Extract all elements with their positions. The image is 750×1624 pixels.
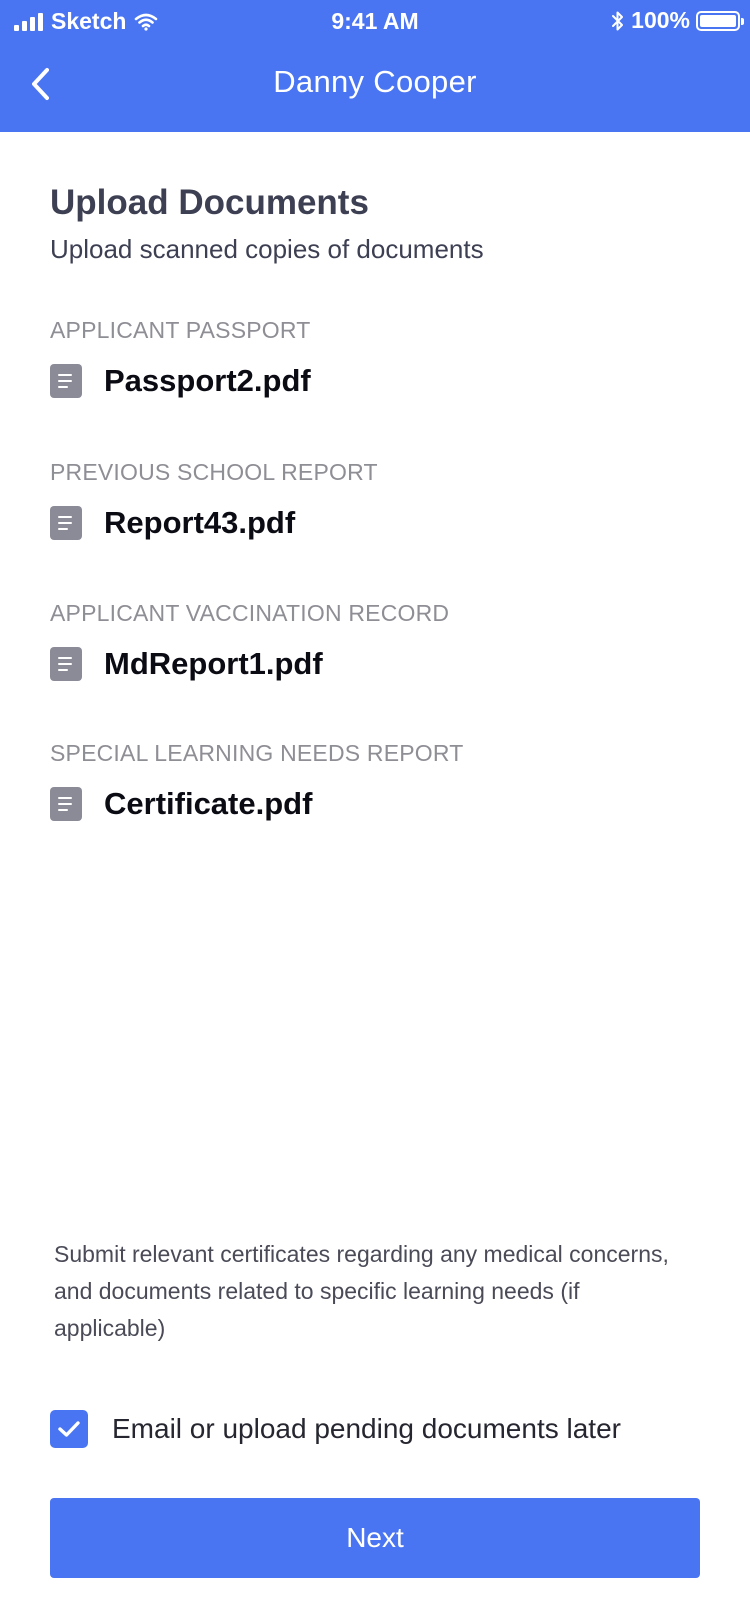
status-right: 100% xyxy=(611,7,744,34)
document-label: SPECIAL LEARNING NEEDS REPORT xyxy=(50,740,464,766)
document-file-row[interactable]: Passport2.pdf xyxy=(50,363,700,399)
page-subtitle: Upload scanned copies of documents xyxy=(50,234,484,264)
nav-bar: Danny Cooper xyxy=(0,44,750,132)
document-item-learning-needs: SPECIAL LEARNING NEEDS REPORT Certificat… xyxy=(50,738,700,822)
document-filename: Passport2.pdf xyxy=(104,363,311,398)
document-file-row[interactable]: Report43.pdf xyxy=(50,505,700,541)
document-label: PREVIOUS SCHOOL REPORT xyxy=(50,459,378,485)
document-item-vaccination-record: APPLICANT VACCINATION RECORD MdReport1.p… xyxy=(50,598,700,682)
battery-icon xyxy=(696,10,744,31)
battery-fill xyxy=(700,14,736,27)
nav-title: Danny Cooper xyxy=(273,64,477,99)
battery-cap xyxy=(741,17,744,25)
document-filename: Report43.pdf xyxy=(104,505,296,540)
bluetooth-icon xyxy=(612,11,624,30)
document-item-passport: APPLICANT PASSPORT Passport2.pdf xyxy=(50,315,700,399)
document-filename: Certificate.pdf xyxy=(104,786,313,821)
app-header: Sketch 9:41 AM 100% Danny Cooper xyxy=(0,0,750,132)
document-icon xyxy=(50,647,82,681)
battery-percent: 100% xyxy=(631,7,690,33)
page-title: Upload Documents xyxy=(50,183,369,222)
checkmark-icon xyxy=(58,1421,80,1437)
pending-documents-checkbox[interactable] xyxy=(50,1410,88,1448)
document-label: APPLICANT PASSPORT xyxy=(50,317,311,343)
pending-documents-option[interactable]: Email or upload pending documents later xyxy=(50,1410,621,1448)
documents-note: Submit relevant certificates regarding a… xyxy=(54,1241,669,1341)
pending-documents-label: Email or upload pending documents later xyxy=(112,1413,621,1444)
document-icon xyxy=(50,506,82,540)
document-label: APPLICANT VACCINATION RECORD xyxy=(50,600,450,626)
document-icon xyxy=(50,787,82,821)
document-filename: MdReport1.pdf xyxy=(104,646,323,681)
document-item-school-report: PREVIOUS SCHOOL REPORT Report43.pdf xyxy=(50,457,700,541)
document-file-row[interactable]: MdReport1.pdf xyxy=(50,646,700,682)
document-icon xyxy=(50,364,82,398)
next-button[interactable]: Next xyxy=(50,1498,700,1578)
status-bar: Sketch 9:41 AM 100% xyxy=(0,0,750,44)
upload-documents-section: Upload Documents Upload scanned copies o… xyxy=(50,180,700,266)
document-file-row[interactable]: Certificate.pdf xyxy=(50,786,700,822)
